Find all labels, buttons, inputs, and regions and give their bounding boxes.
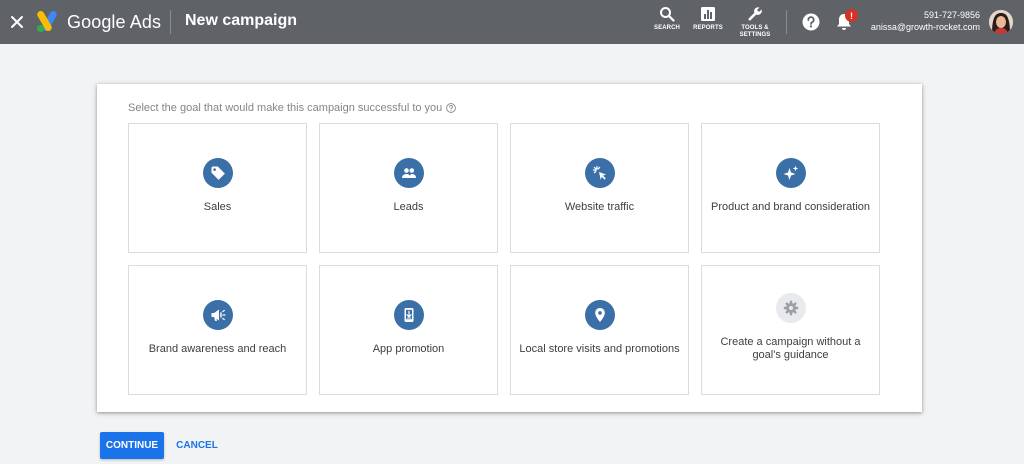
sparkle-icon	[783, 165, 798, 180]
close-icon	[11, 16, 23, 28]
goal-icon-circle	[393, 158, 424, 188]
gear-icon	[783, 300, 798, 316]
continue-button[interactable]: CONTINUE	[100, 432, 164, 459]
tag-icon	[211, 166, 225, 180]
top-app-bar: Google Ads New campaign SEARCH REPORTS T…	[0, 0, 1024, 44]
goal-icon-circle	[775, 293, 806, 323]
reports-button[interactable]: REPORTS	[692, 6, 724, 32]
goal-option-leads[interactable]: Leads	[319, 123, 498, 253]
goal-label: Create a campaign without a goal's guida…	[720, 336, 861, 361]
goal-label: Local store visits and promotions	[519, 343, 680, 355]
account-id: 591-727-9856	[923, 10, 980, 20]
tools-settings-label: TOOLS & SETTINGS	[740, 25, 771, 39]
goal-icon-circle	[202, 300, 233, 330]
goal-label: Website traffic	[564, 201, 635, 213]
brand-name: Google Ads	[67, 12, 162, 32]
tools-settings-button[interactable]: TOOLS & SETTINGS	[737, 6, 773, 39]
header-divider	[786, 10, 787, 34]
goal-icon-circle	[393, 300, 424, 330]
goal-selection-card: Select the goal that would make this cam…	[97, 84, 922, 412]
goal-label: Product and brand consideration	[711, 201, 870, 213]
goal-prompt: Select the goal that would make this cam…	[128, 102, 457, 114]
goal-option-website-traffic[interactable]: Website traffic	[510, 123, 689, 253]
goal-option-brand-awareness[interactable]: Brand awareness and reach	[128, 265, 307, 395]
google-ads-logo-icon	[36, 11, 57, 33]
goal-option-app-promotion[interactable]: App promotion	[319, 265, 498, 395]
search-icon	[660, 7, 675, 22]
goal-label: Sales	[203, 201, 232, 213]
megaphone-icon	[211, 309, 226, 321]
avatar-photo-icon	[989, 10, 1013, 34]
goal-icon-circle	[584, 158, 615, 188]
tools-label-line1: TOOLS &	[741, 25, 769, 31]
help-circle-icon[interactable]	[446, 103, 457, 113]
goal-icon-circle	[202, 158, 233, 188]
goal-option-local-store-visits[interactable]: Local store visits and promotions	[510, 265, 689, 395]
tools-label-line2: SETTINGS	[739, 32, 771, 38]
goal-label: App promotion	[372, 343, 445, 355]
page-title: New campaign	[185, 12, 298, 29]
header-divider	[170, 10, 171, 34]
goal-option-product-brand-consideration[interactable]: Product and brand consideration	[701, 123, 880, 253]
goal-option-no-guidance[interactable]: Create a campaign without a goal's guida…	[701, 265, 880, 395]
avatar[interactable]	[989, 10, 1013, 34]
account-email: anissa@growth-rocket.com	[870, 22, 980, 32]
notification-badge: !	[845, 9, 858, 22]
cancel-button[interactable]: CANCEL	[172, 432, 222, 459]
cursor-click-icon	[592, 165, 606, 180]
wrench-icon	[748, 7, 762, 21]
search-label: SEARCH	[654, 25, 680, 31]
goal-option-sales[interactable]: Sales	[128, 123, 307, 253]
help-icon[interactable]	[802, 13, 820, 31]
search-button[interactable]: SEARCH	[653, 6, 681, 32]
goal-label: Brand awareness and reach	[148, 343, 287, 355]
account-info[interactable]: 591-727-9856 anissa@growth-rocket.com	[871, 9, 980, 33]
close-button[interactable]	[6, 11, 28, 33]
goal-prompt-text: Select the goal that would make this cam…	[128, 102, 443, 114]
reports-icon	[701, 7, 715, 21]
goal-icon-circle	[584, 300, 615, 330]
goal-icon-circle	[775, 158, 806, 188]
goal-label: Leads	[393, 201, 424, 213]
people-icon	[401, 168, 416, 178]
location-pin-icon	[594, 308, 605, 322]
phone-download-icon	[404, 308, 413, 322]
reports-label: REPORTS	[693, 25, 723, 31]
